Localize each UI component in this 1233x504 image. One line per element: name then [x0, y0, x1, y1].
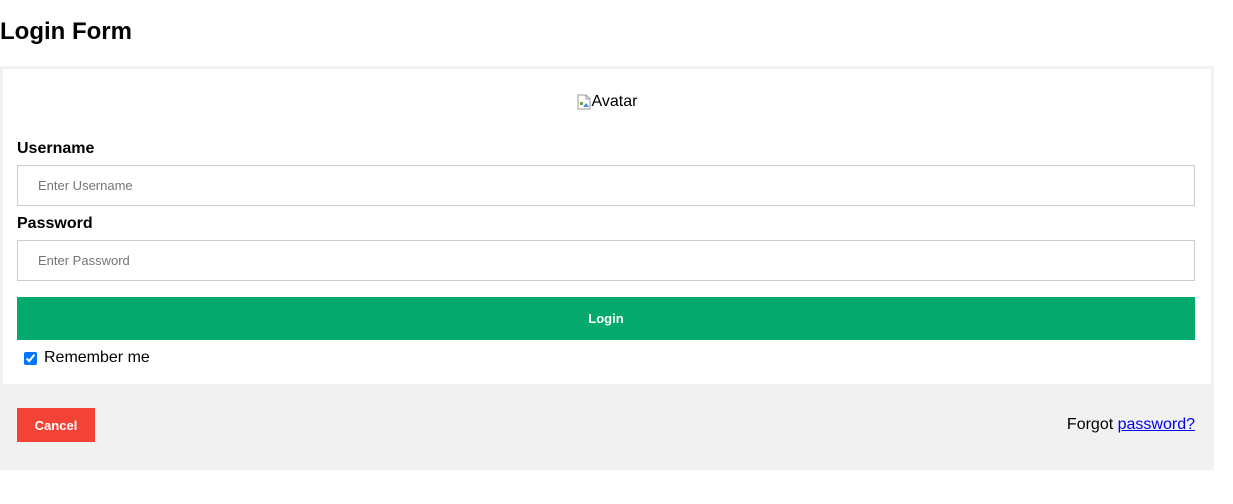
- avatar-container: Avatar: [3, 93, 1211, 115]
- cancel-button[interactable]: Cancel: [17, 408, 95, 442]
- login-button[interactable]: Login: [17, 297, 1195, 340]
- username-label: Username: [17, 140, 95, 157]
- remember-me[interactable]: Remember me: [22, 349, 150, 367]
- username-input[interactable]: [17, 165, 1195, 206]
- form-footer: Cancel Forgot password?: [0, 384, 1214, 470]
- page-title: Login Form: [0, 18, 132, 45]
- remember-me-label: Remember me: [44, 349, 150, 366]
- remember-me-checkbox[interactable]: [24, 351, 37, 365]
- password-input[interactable]: [17, 240, 1195, 281]
- forgot-prefix-text: Forgot: [1066, 416, 1114, 433]
- broken-image-icon: [577, 94, 591, 110]
- login-form-container: Avatar Username Password Login Remember …: [0, 66, 1214, 470]
- avatar-alt-text: Avatar: [591, 93, 638, 110]
- forgot-password: Forgot password?: [1067, 416, 1195, 434]
- avatar: Avatar: [577, 93, 638, 111]
- forgot-password-link[interactable]: password?: [1118, 416, 1195, 433]
- password-label: Password: [17, 215, 93, 232]
